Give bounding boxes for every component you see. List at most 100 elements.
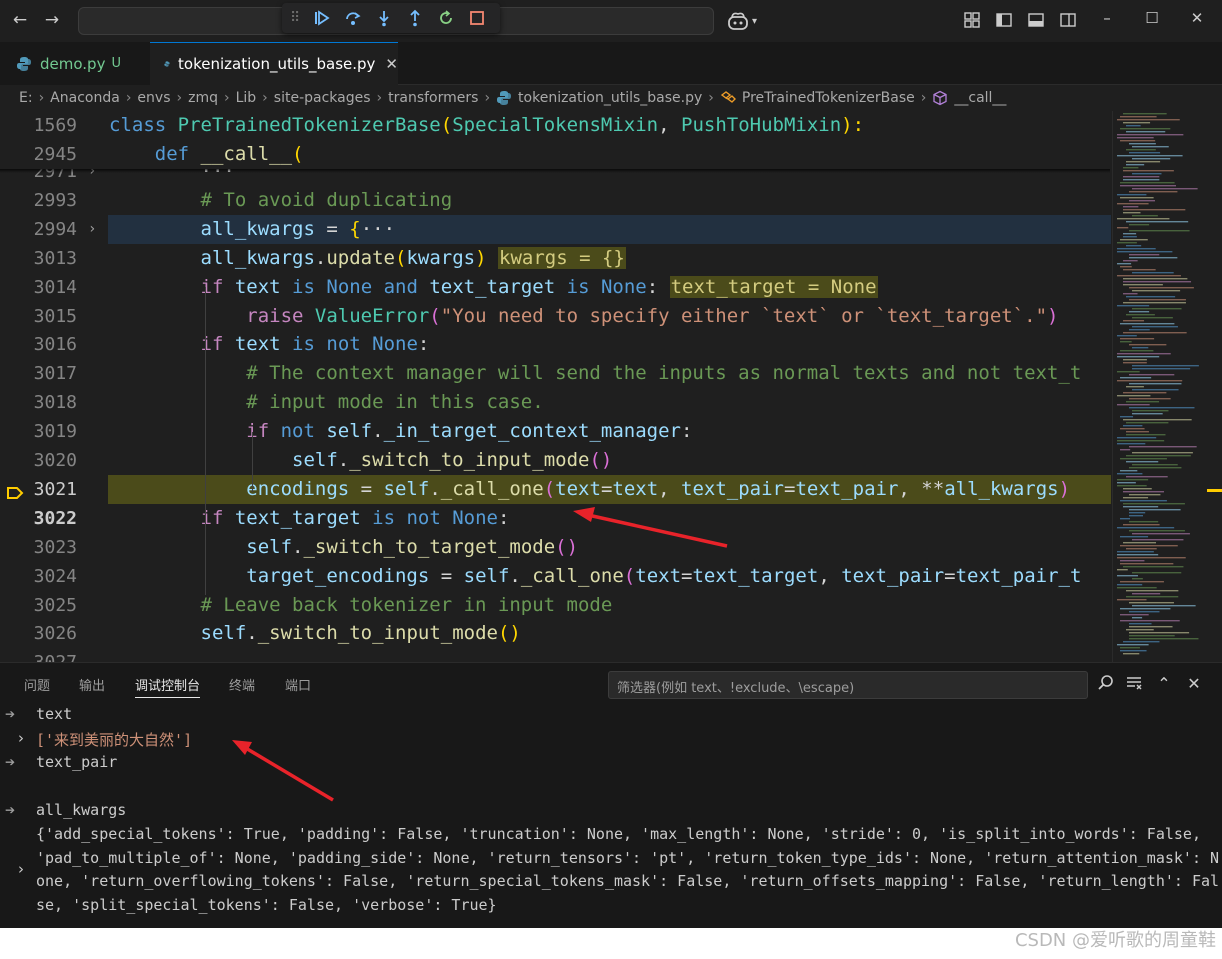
minimap-line — [1117, 482, 1136, 484]
minimap-line — [1120, 647, 1140, 649]
step-into-icon[interactable] — [370, 6, 397, 30]
minimap-line — [1126, 629, 1154, 631]
breadcrumb-item[interactable]: __call__ — [954, 90, 1006, 106]
back-arrow-icon[interactable]: ← — [10, 10, 30, 30]
class-symbol-icon — [720, 91, 736, 103]
minimap-line — [1129, 626, 1173, 628]
minimap-line — [1132, 605, 1196, 607]
minimap-line — [1117, 569, 1128, 571]
minimap-line — [1117, 155, 1183, 157]
minimap-line — [1120, 470, 1138, 472]
breadcrumb-item[interactable]: transformers — [388, 90, 478, 106]
minimap-line — [1129, 623, 1152, 625]
close-window-icon[interactable]: ✕ — [1187, 9, 1207, 31]
continue-icon[interactable] — [308, 6, 335, 30]
minimap-line — [1123, 122, 1151, 124]
minimize-icon[interactable]: – — [1097, 9, 1117, 31]
minimap-line — [1126, 476, 1168, 478]
minimap[interactable] — [1112, 111, 1222, 662]
minimap-line — [1120, 614, 1149, 616]
minimap-line — [1120, 458, 1167, 460]
minimap-line — [1120, 650, 1147, 652]
forward-arrow-icon[interactable]: → — [42, 10, 62, 30]
maximize-icon[interactable]: ☐ — [1142, 9, 1162, 31]
minimap-line — [1123, 641, 1160, 643]
minimap-line — [1123, 269, 1156, 271]
python-file-icon — [164, 61, 170, 67]
toggle-primary-sidebar-icon[interactable] — [994, 10, 1014, 30]
tab-demo-py[interactable]: demo.py U — [0, 42, 150, 85]
minimap-line — [1123, 542, 1157, 544]
minimap-line — [1126, 590, 1179, 592]
minimap-line — [1117, 554, 1159, 556]
minimap-line — [1132, 158, 1171, 160]
minimap-line — [1129, 446, 1197, 448]
minimap-line — [1117, 353, 1171, 355]
breadcrumb-item[interactable]: site-packages — [274, 90, 371, 106]
minimap-line — [1129, 383, 1182, 385]
annotation-arrow-editor — [573, 507, 728, 548]
minimap-line — [1117, 443, 1146, 445]
minimap-line — [1132, 308, 1182, 310]
minimap-line — [1132, 452, 1193, 454]
chevron-right-icon: › — [223, 90, 230, 106]
restart-icon[interactable] — [432, 6, 459, 30]
minimap-line — [1120, 608, 1171, 610]
breadcrumb-item[interactable]: envs — [137, 90, 170, 106]
minimap-line — [1132, 290, 1181, 292]
minimap-line — [1117, 380, 1183, 382]
minimap-line — [1117, 251, 1173, 253]
minimap-line — [1117, 335, 1137, 337]
minimap-line — [1117, 203, 1149, 205]
minimap-line — [1123, 497, 1149, 499]
breadcrumb-item[interactable]: tokenization_utils_base.py — [518, 90, 702, 106]
toggle-panel-icon[interactable] — [1026, 10, 1046, 30]
breadcrumb-item[interactable]: zmq — [188, 90, 218, 106]
drag-handle-icon[interactable]: ⠿ — [290, 10, 304, 26]
customize-layout-icon[interactable] — [962, 10, 982, 30]
minimap-line — [1126, 164, 1145, 166]
minimap-line — [1117, 242, 1137, 244]
breadcrumb-item[interactable]: PreTrainedTokenizerBase — [742, 90, 915, 106]
minimap-line — [1117, 644, 1149, 646]
minimap-line — [1132, 389, 1179, 391]
minimap-line — [1132, 533, 1190, 535]
minimap-line — [1132, 572, 1182, 574]
minimap-line — [1129, 407, 1195, 409]
minimap-line — [1117, 305, 1150, 307]
minimap-line — [1117, 527, 1175, 529]
minimap-line — [1132, 173, 1162, 175]
minimap-line — [1129, 611, 1160, 613]
minimap-line — [1117, 584, 1143, 586]
breadcrumb-item[interactable]: E: — [19, 90, 33, 106]
tab-label: demo.py — [40, 54, 106, 73]
step-over-icon[interactable] — [339, 6, 366, 30]
minimap-line — [1120, 560, 1145, 562]
minimap-line — [1126, 314, 1155, 316]
copilot-icon[interactable]: ▾ — [727, 10, 767, 32]
minimap-line — [1117, 395, 1151, 397]
code-editor[interactable]: 2971› ···2993 # To avoid duplicating2994… — [0, 111, 1222, 662]
minimap-line — [1129, 512, 1146, 514]
breadcrumb-item[interactable]: Anaconda — [50, 90, 120, 106]
chevron-right-icon: › — [125, 90, 132, 106]
stop-icon[interactable] — [463, 6, 490, 30]
chevron-right-icon: › — [376, 90, 383, 106]
minimap-line — [1129, 632, 1190, 634]
minimap-line — [1123, 302, 1186, 304]
minimap-line — [1120, 536, 1149, 538]
minimap-line — [1117, 194, 1147, 196]
step-out-icon[interactable] — [401, 6, 428, 30]
chevron-down-icon[interactable]: ▾ — [752, 16, 757, 27]
minimap-line — [1132, 617, 1143, 619]
toggle-secondary-sidebar-icon[interactable] — [1058, 10, 1078, 30]
editor-tab-bar: demo.py U tokenization_utils_base.py ✕ ▾… — [0, 42, 1222, 115]
minimap-line — [1120, 518, 1131, 520]
breadcrumb-item[interactable]: Lib — [236, 90, 257, 106]
debug-toolbar: ⠿ — [282, 3, 500, 33]
bottom-panel: 问题 输出 调试控制台 终端 端口 筛选器(例如 text、!exclude、\… — [0, 662, 1222, 928]
minimap-line — [1126, 131, 1166, 133]
tab-tokenization-utils-base[interactable]: tokenization_utils_base.py ✕ — [150, 42, 398, 85]
close-tab-icon[interactable]: ✕ — [385, 55, 398, 73]
minimap-line — [1120, 500, 1167, 502]
